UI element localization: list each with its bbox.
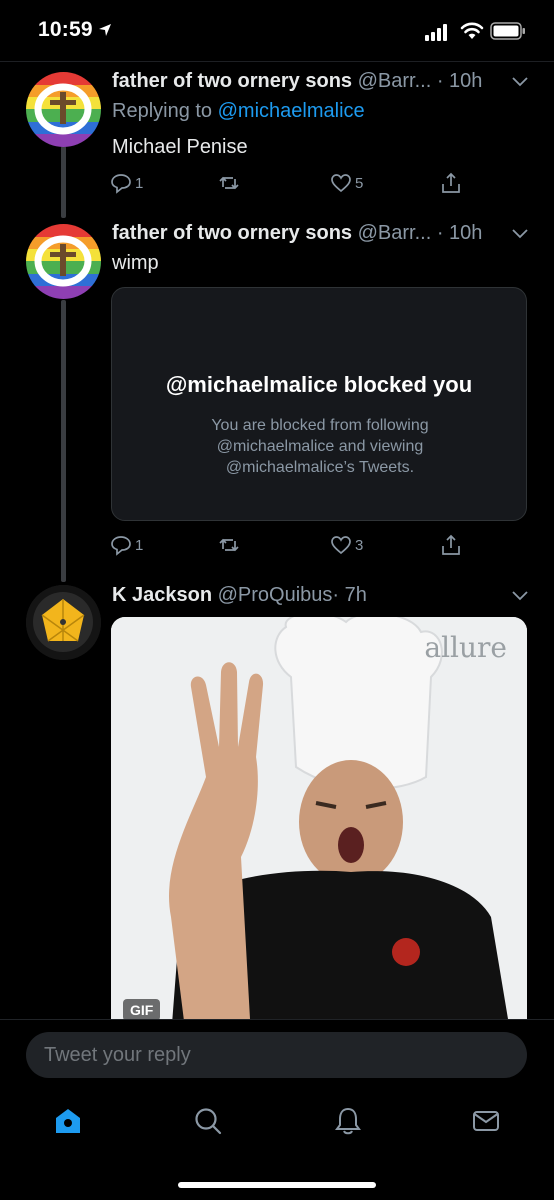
rainbow-avatar-image bbox=[26, 72, 101, 147]
reply-icon bbox=[111, 536, 131, 556]
avatar[interactable] bbox=[26, 585, 101, 660]
reply-button[interactable]: 1 bbox=[110, 170, 143, 196]
retweet-icon bbox=[219, 176, 239, 190]
tweet-text: Michael Penise bbox=[112, 136, 248, 158]
status-time: 10:59 bbox=[38, 18, 93, 41]
chevron-down-icon[interactable] bbox=[511, 76, 529, 88]
notifications-icon[interactable] bbox=[333, 1106, 363, 1136]
tweet-time: · 10h bbox=[436, 222, 483, 244]
like-button[interactable]: 3 bbox=[330, 532, 363, 558]
gif-watermark: allure bbox=[424, 631, 507, 664]
tweet-text: wimp bbox=[112, 252, 159, 274]
tweet-actions: 1 5 bbox=[110, 170, 530, 196]
chevron-down-icon[interactable] bbox=[511, 228, 529, 240]
retweet-button[interactable] bbox=[218, 532, 243, 558]
share-icon bbox=[442, 534, 460, 555]
reply-icon bbox=[111, 174, 131, 194]
tweet-time: · 7h bbox=[332, 584, 367, 606]
rainbow-avatar-image bbox=[26, 224, 101, 299]
blocked-notice-card: @michaelmalice blocked you You are block… bbox=[111, 287, 527, 521]
blocked-description: You are blocked from following @michaelm… bbox=[211, 417, 429, 476]
reply-count: 1 bbox=[135, 536, 144, 554]
gif-media[interactable]: allure GIF bbox=[111, 617, 527, 1037]
home-icon[interactable] bbox=[53, 1106, 83, 1136]
replying-to-prefix: Replying to bbox=[112, 100, 213, 122]
gif-image bbox=[111, 617, 527, 1037]
battery-icon bbox=[490, 22, 525, 40]
reply-button[interactable]: 1 bbox=[110, 532, 143, 558]
like-count: 5 bbox=[355, 174, 364, 192]
tweet-header: father of two ornery sons @Barr... · 10h bbox=[112, 222, 522, 245]
tweet-reply-input[interactable] bbox=[26, 1032, 527, 1078]
messages-icon[interactable] bbox=[471, 1106, 501, 1136]
status-bar: 10:59 bbox=[0, 0, 554, 62]
avatar[interactable] bbox=[26, 224, 101, 299]
like-button[interactable]: 5 bbox=[330, 170, 363, 196]
umbrella-avatar-image bbox=[26, 585, 101, 660]
replying-to: Replying to @michaelmalice bbox=[112, 100, 365, 123]
user-handle: @Barr... bbox=[357, 222, 432, 244]
retweet-button[interactable] bbox=[218, 170, 243, 196]
display-name[interactable]: K Jackson bbox=[112, 584, 212, 606]
user-handle: @ProQuibus bbox=[217, 584, 333, 606]
share-button[interactable] bbox=[440, 170, 462, 196]
blocked-title: @michaelmalice blocked you bbox=[165, 372, 473, 397]
user-handle: @Barr... bbox=[357, 70, 432, 92]
heart-icon bbox=[331, 174, 351, 193]
heart-icon bbox=[331, 536, 351, 555]
cellular-signal-icon bbox=[425, 24, 447, 41]
avatar[interactable] bbox=[26, 72, 101, 147]
share-button[interactable] bbox=[440, 532, 462, 558]
tweet-actions: 1 3 bbox=[110, 532, 530, 558]
thread-line bbox=[61, 300, 66, 582]
display-name[interactable]: father of two ornery sons bbox=[112, 222, 352, 244]
reply-count: 1 bbox=[135, 174, 144, 192]
home-indicator[interactable] bbox=[178, 1182, 376, 1188]
share-icon bbox=[442, 172, 460, 193]
tweet-header: K Jackson @ProQuibus· 7h bbox=[112, 584, 522, 607]
wifi-icon bbox=[460, 22, 484, 39]
gif-badge: GIF bbox=[123, 999, 161, 1021]
mention-link[interactable]: @michaelmalice bbox=[218, 100, 365, 122]
search-icon[interactable] bbox=[193, 1106, 223, 1136]
chevron-down-icon[interactable] bbox=[511, 590, 529, 602]
display-name[interactable]: father of two ornery sons bbox=[112, 70, 352, 92]
retweet-icon bbox=[219, 538, 239, 552]
tweet-time: · 10h bbox=[436, 70, 483, 92]
header-divider bbox=[0, 61, 554, 62]
thread-line bbox=[61, 146, 66, 218]
location-arrow-icon bbox=[99, 24, 111, 36]
tweet-header: father of two ornery sons @Barr... · 10h bbox=[112, 70, 522, 93]
like-count: 3 bbox=[355, 536, 364, 554]
